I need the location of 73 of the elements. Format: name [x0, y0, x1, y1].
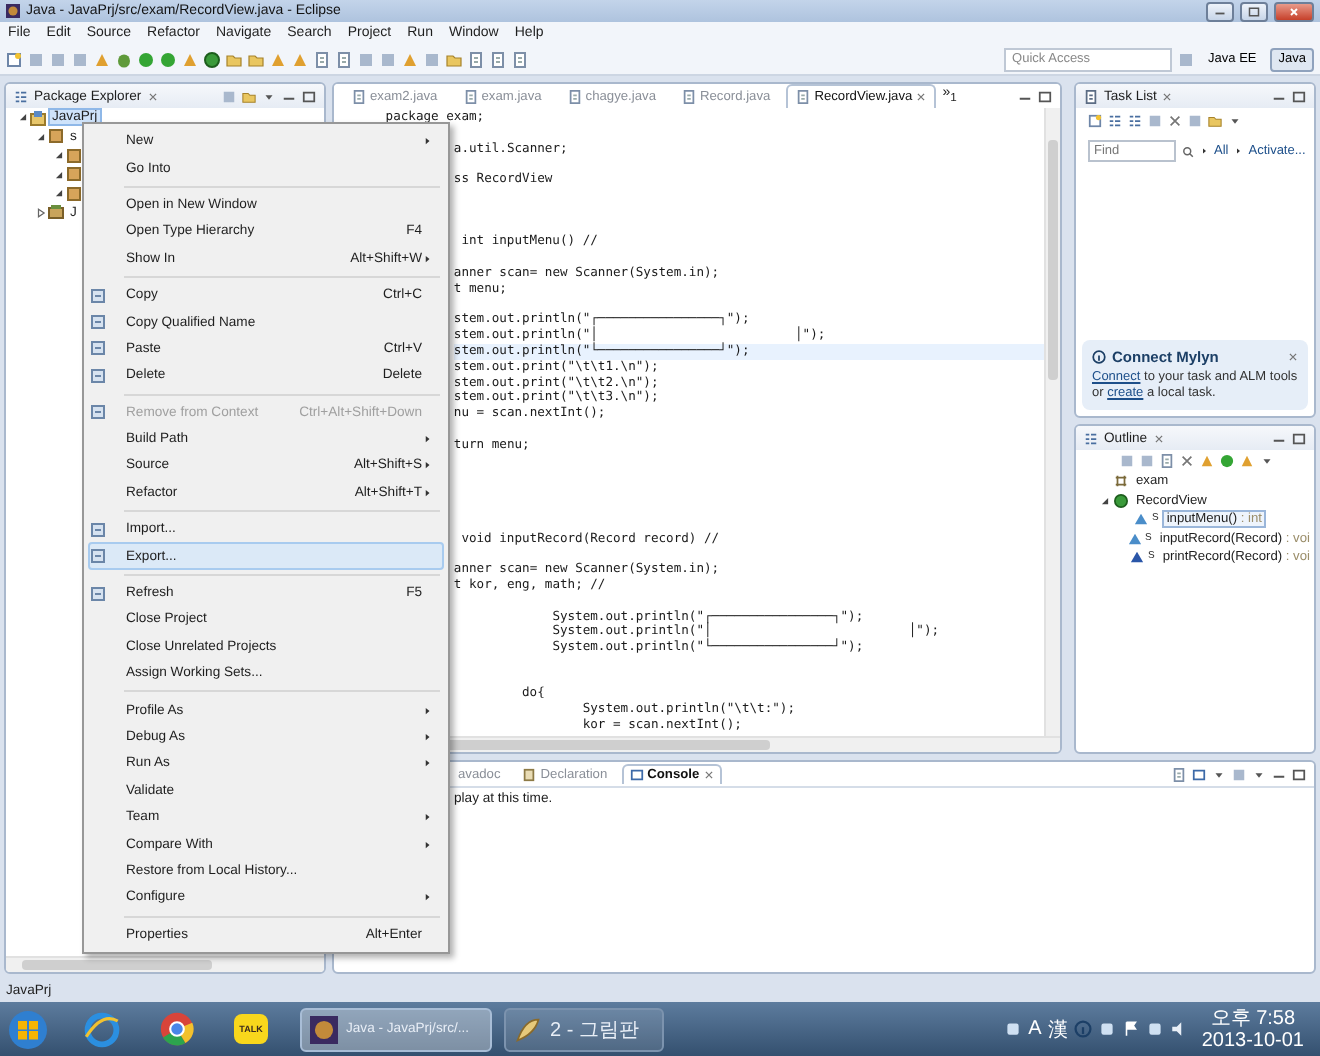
toolbar-icon[interactable] — [1192, 767, 1206, 781]
close-icon — [1288, 5, 1300, 17]
close-icon[interactable] — [1162, 91, 1173, 101]
page-icon[interactable] — [512, 51, 528, 67]
library-icon — [48, 204, 64, 221]
expanded-arrow-icon[interactable] — [54, 150, 64, 161]
search-icon — [1182, 145, 1194, 157]
declaration-icon — [522, 768, 537, 782]
toolbar-icon[interactable] — [1108, 114, 1122, 128]
new-file-icon[interactable] — [6, 51, 22, 67]
package-explorer-icon — [14, 89, 28, 103]
project-icon — [30, 109, 46, 126]
browser-icon[interactable] — [160, 1012, 194, 1046]
expanded-arrow-icon[interactable] — [18, 112, 28, 123]
clock[interactable]: 오후 7:58 2013-10-01 — [1193, 1007, 1312, 1051]
flag-icon[interactable] — [1121, 1020, 1140, 1038]
toolbar-icon[interactable] — [1128, 114, 1142, 128]
close-icon[interactable] — [147, 91, 158, 101]
view-menu-icon[interactable] — [1260, 454, 1274, 468]
tray-icon — [1097, 1020, 1116, 1038]
triangle-icon[interactable] — [94, 51, 110, 67]
close-icon[interactable] — [916, 92, 927, 102]
expanded-arrow-icon[interactable] — [1100, 495, 1110, 506]
page-icon[interactable] — [336, 51, 352, 67]
arrow-icon — [1234, 146, 1243, 156]
page-icon[interactable] — [490, 51, 506, 67]
remove-icon[interactable] — [1168, 114, 1182, 128]
folder-icon[interactable] — [446, 51, 462, 67]
tray-icon — [1004, 1020, 1023, 1038]
ime-indicator[interactable]: 漢 — [1047, 1015, 1068, 1043]
expanded-arrow-icon[interactable] — [54, 169, 64, 180]
triangle-icon[interactable] — [182, 51, 198, 67]
paint-icon — [514, 1015, 542, 1043]
arrow-icon — [1200, 146, 1208, 156]
info-icon — [1092, 350, 1106, 364]
package-icon — [1114, 474, 1128, 489]
view-menu-icon[interactable] — [262, 89, 276, 103]
class-icon — [1114, 493, 1128, 508]
page-icon[interactable] — [468, 51, 484, 67]
task-list-icon — [1084, 89, 1098, 103]
new-task-icon[interactable] — [1088, 114, 1102, 128]
collapsed-arrow-icon[interactable] — [36, 207, 46, 218]
page-icon[interactable] — [314, 51, 330, 67]
class-icon[interactable] — [204, 51, 220, 67]
triangle-icon[interactable] — [402, 51, 418, 67]
dropdown-icon[interactable] — [1212, 767, 1226, 781]
maximize-icon[interactable] — [1292, 89, 1306, 103]
app-icon — [6, 4, 20, 18]
toolbar-icon[interactable] — [1160, 454, 1174, 468]
browser-icon[interactable] — [84, 1011, 120, 1047]
expanded-arrow-icon[interactable] — [36, 131, 46, 142]
outline-icon — [1084, 431, 1098, 445]
ime-indicator[interactable]: A — [1028, 1018, 1042, 1040]
close-icon[interactable] — [1153, 433, 1164, 443]
maximize-icon[interactable] — [1292, 431, 1306, 445]
taskbar-button[interactable]: 2 - 그림판 — [504, 1007, 664, 1051]
java-file-icon — [796, 90, 811, 104]
maximize-icon[interactable] — [302, 89, 316, 103]
maximize-icon — [1248, 5, 1260, 17]
maximize-icon[interactable] — [1292, 767, 1306, 781]
toolbar-icon[interactable] — [1172, 767, 1186, 781]
start-button[interactable] — [8, 1009, 48, 1049]
maximize-icon[interactable] — [1038, 89, 1052, 103]
dropdown-icon[interactable] — [1252, 767, 1266, 781]
close-icon[interactable] — [1288, 352, 1298, 362]
close-icon[interactable] — [703, 770, 714, 780]
expanded-arrow-icon[interactable] — [54, 188, 64, 199]
view-menu-icon[interactable] — [1228, 114, 1242, 128]
close-button[interactable] — [1274, 1, 1314, 21]
maximize-button[interactable] — [1240, 1, 1268, 21]
eclipse-icon — [310, 1015, 338, 1043]
minimize-button[interactable] — [1206, 1, 1234, 21]
toolbar-icon[interactable] — [1180, 454, 1194, 468]
